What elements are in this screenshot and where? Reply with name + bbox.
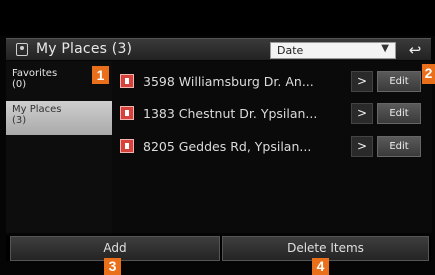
callout-3: 3 xyxy=(104,258,121,275)
place-row-1[interactable]: 3598 Williamsburg Dr. An... xyxy=(120,71,346,93)
map-pin-icon xyxy=(16,43,28,56)
place-details-button-3[interactable]: > xyxy=(351,136,373,157)
place-address: 8205 Geddes Rd, Ypsilan... xyxy=(143,139,312,154)
edit-button-3[interactable]: Edit xyxy=(377,136,421,157)
callout-1: 1 xyxy=(92,66,109,84)
place-address: 1383 Chestnut Dr. Ypsilan... xyxy=(143,106,318,121)
sidebar-item-my-places[interactable]: My Places (3) xyxy=(6,101,112,135)
back-button[interactable]: ↩ xyxy=(402,41,428,59)
place-address: 3598 Williamsburg Dr. An... xyxy=(143,74,314,89)
sort-dropdown[interactable]: Date ▼ xyxy=(270,42,396,59)
places-list: 3598 Williamsburg Dr. An... > Edit 1383 … xyxy=(112,61,432,233)
navigation-screen: My Places (3) Date ▼ ↩ Favorites (0) My … xyxy=(0,0,435,275)
top-bezel xyxy=(0,0,435,36)
place-details-button-2[interactable]: > xyxy=(351,103,373,124)
header-bar: My Places (3) Date ▼ ↩ xyxy=(6,38,431,60)
place-row-3[interactable]: 8205 Geddes Rd, Ypsilan... xyxy=(120,136,346,158)
place-pin-icon xyxy=(120,74,134,88)
footer-bar: Add Delete Items xyxy=(6,236,431,261)
back-arrow-icon: ↩ xyxy=(408,41,422,59)
edit-button-1[interactable]: Edit xyxy=(377,71,421,92)
callout-2: 2 xyxy=(422,64,435,84)
page-title: My Places (3) xyxy=(36,41,133,57)
sort-value: Date xyxy=(277,44,304,57)
edit-button-2[interactable]: Edit xyxy=(377,103,421,124)
sidebar: Favorites (0) My Places (3) xyxy=(6,61,112,233)
chevron-down-icon: ▼ xyxy=(381,43,389,54)
place-details-button-1[interactable]: > xyxy=(351,71,373,92)
place-row-2[interactable]: 1383 Chestnut Dr. Ypsilan... xyxy=(120,103,346,125)
callout-4: 4 xyxy=(312,258,329,275)
place-pin-icon xyxy=(120,139,134,153)
place-pin-icon xyxy=(120,106,134,120)
